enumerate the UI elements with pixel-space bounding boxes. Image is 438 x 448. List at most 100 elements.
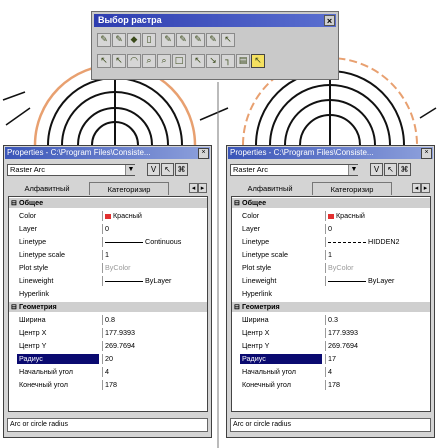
panel-titlebar[interactable]: Properties - C:\Program Files\Consiste..…	[228, 147, 433, 159]
arrow-select-2-icon[interactable]: ↖	[112, 54, 126, 68]
property-row[interactable]: Начальный угол 4	[9, 367, 207, 377]
property-row[interactable]: Lineweight ByLayer	[232, 276, 430, 286]
select-objects-icon[interactable]: ↖	[384, 163, 397, 176]
property-value[interactable]: 177.9393	[325, 328, 428, 338]
property-row[interactable]: Начальный угол 4	[232, 367, 430, 377]
raster-select-icon[interactable]: ✎	[97, 33, 111, 47]
tab-alphabetic[interactable]: Алфавитный	[238, 182, 302, 195]
panel-close-button[interactable]: ×	[421, 148, 432, 159]
raster-select-6-icon[interactable]: ✎	[206, 33, 220, 47]
property-row[interactable]: Color Красный	[9, 211, 207, 221]
raster-select-5-icon[interactable]: ✎	[191, 33, 205, 47]
property-value[interactable]: 269.7694	[325, 341, 428, 351]
property-row[interactable]: Конечный угол 178	[232, 380, 430, 390]
property-value[interactable]: Красный	[325, 211, 428, 221]
property-value[interactable]: 0	[325, 224, 428, 234]
property-value[interactable]: 1	[102, 250, 205, 260]
property-category[interactable]: ⊟ Геометрия	[232, 302, 430, 312]
property-row[interactable]: Центр Y 269.7694	[9, 341, 207, 351]
toggle-pickadd-icon[interactable]: V	[147, 163, 160, 176]
quick-select-icon[interactable]: ⌘	[175, 163, 188, 176]
panel-titlebar[interactable]: Properties - C:\Program Files\Consiste..…	[5, 147, 210, 159]
property-category[interactable]: ⊟ Общее	[232, 198, 430, 208]
property-value[interactable]: 0	[102, 224, 205, 234]
property-row[interactable]: Linetype Continuous	[9, 237, 207, 247]
property-value[interactable]: ByLayer	[102, 276, 205, 286]
raster-select-4-icon[interactable]: ✎	[176, 33, 190, 47]
collapse-icon[interactable]: ⊟	[11, 302, 17, 312]
property-value[interactable]: 178	[325, 380, 428, 390]
property-category[interactable]: ⊟ Геометрия	[9, 302, 207, 312]
tab-alphabetic[interactable]: Алфавитный	[15, 182, 79, 195]
property-row[interactable]: Layer 0	[232, 224, 430, 234]
page-select-icon[interactable]: ▤	[236, 54, 250, 68]
object-selector[interactable]: Raster Arc	[230, 164, 358, 176]
object-selector[interactable]: Raster Arc	[7, 164, 135, 176]
raster-select-3-icon[interactable]: ✎	[161, 33, 175, 47]
tab-next-icon[interactable]: ▸	[198, 183, 207, 193]
property-value[interactable]: HIDDEN2	[325, 237, 428, 247]
property-row[interactable]: Layer 0	[9, 224, 207, 234]
tab-next-icon[interactable]: ▸	[421, 183, 430, 193]
chevron-down-icon[interactable]: ▼	[125, 165, 136, 175]
zoom-select-icon[interactable]: ⌕	[142, 54, 156, 68]
raster-selection-toolbar[interactable]: Выбор растра × ✎ ✎ ◆ ▯ ✎ ✎ ✎ ✎ ↖ ↖ ↖ ◠ ⌕…	[91, 11, 339, 80]
property-value[interactable]: 0.8	[102, 315, 205, 325]
property-value[interactable]: 177.9393	[102, 328, 205, 338]
property-row[interactable]: Hyperlink	[232, 289, 430, 299]
collapse-icon[interactable]: ⊟	[11, 198, 17, 208]
pointer-select-icon[interactable]: ↖	[251, 54, 265, 68]
quick-select-icon[interactable]: ⌘	[398, 163, 411, 176]
property-value[interactable]: 269.7694	[102, 341, 205, 351]
property-row[interactable]: Центр X 177.9393	[9, 328, 207, 338]
property-row[interactable]: Linetype scale 1	[232, 250, 430, 260]
property-row[interactable]: Центр X 177.9393	[232, 328, 430, 338]
property-value[interactable]: Continuous	[102, 237, 205, 247]
tab-categorized[interactable]: Категоризир	[89, 182, 169, 195]
property-row[interactable]: Радиус 17	[232, 354, 430, 364]
property-value[interactable]: 4	[102, 367, 205, 377]
select-objects-icon[interactable]: ↖	[161, 163, 174, 176]
property-value[interactable]: 0.3	[325, 315, 428, 325]
corner-select-icon[interactable]: ┐	[221, 54, 235, 68]
property-row[interactable]: Lineweight ByLayer	[9, 276, 207, 286]
toolbar-titlebar[interactable]: Выбор растра ×	[94, 14, 336, 27]
toggle-pickadd-icon[interactable]: V	[370, 163, 383, 176]
property-row[interactable]: Plot style ByColor	[9, 263, 207, 273]
toolbar-close-button[interactable]: ×	[324, 15, 335, 26]
arc-select-icon[interactable]: ◠	[127, 54, 141, 68]
arrow-select-icon[interactable]: ↖	[97, 54, 111, 68]
property-value[interactable]: ByColor	[102, 263, 205, 273]
property-row[interactable]: Hyperlink	[9, 289, 207, 299]
collapse-icon[interactable]: ⊟	[234, 302, 240, 312]
panel-close-button[interactable]: ×	[198, 148, 209, 159]
property-value[interactable]: 20	[102, 354, 205, 364]
property-value[interactable]: Красный	[102, 211, 205, 221]
rect-select-icon[interactable]: □	[172, 54, 186, 68]
chevron-down-icon[interactable]: ▼	[348, 165, 359, 175]
property-row[interactable]: Plot style ByColor	[232, 263, 430, 273]
property-value[interactable]: ByLayer	[325, 276, 428, 286]
raster-pointer-icon[interactable]: ↖	[221, 33, 235, 47]
tab-categorized[interactable]: Категоризир	[312, 182, 392, 195]
property-value[interactable]: 178	[102, 380, 205, 390]
property-row[interactable]: Центр Y 269.7694	[232, 341, 430, 351]
tab-prev-icon[interactable]: ◂	[189, 183, 198, 193]
arrow-select-3-icon[interactable]: ↖	[191, 54, 205, 68]
property-row[interactable]: Color Красный	[232, 211, 430, 221]
property-value[interactable]: 17	[325, 354, 428, 364]
raster-fill-icon[interactable]: ◆	[127, 33, 141, 47]
property-row[interactable]: Конечный угол 178	[9, 380, 207, 390]
tab-prev-icon[interactable]: ◂	[412, 183, 421, 193]
raster-select-2-icon[interactable]: ✎	[112, 33, 126, 47]
property-row[interactable]: Радиус 20	[9, 354, 207, 364]
property-value[interactable]: 4	[325, 367, 428, 377]
raster-page-icon[interactable]: ▯	[142, 33, 156, 47]
collapse-icon[interactable]: ⊟	[234, 198, 240, 208]
property-value[interactable]: ByColor	[325, 263, 428, 273]
zoom-select-2-icon[interactable]: ⌕	[157, 54, 171, 68]
property-category[interactable]: ⊟ Общее	[9, 198, 207, 208]
property-value[interactable]: 1	[325, 250, 428, 260]
property-row[interactable]: Ширина 0.8	[9, 315, 207, 325]
property-row[interactable]: Linetype HIDDEN2	[232, 237, 430, 247]
